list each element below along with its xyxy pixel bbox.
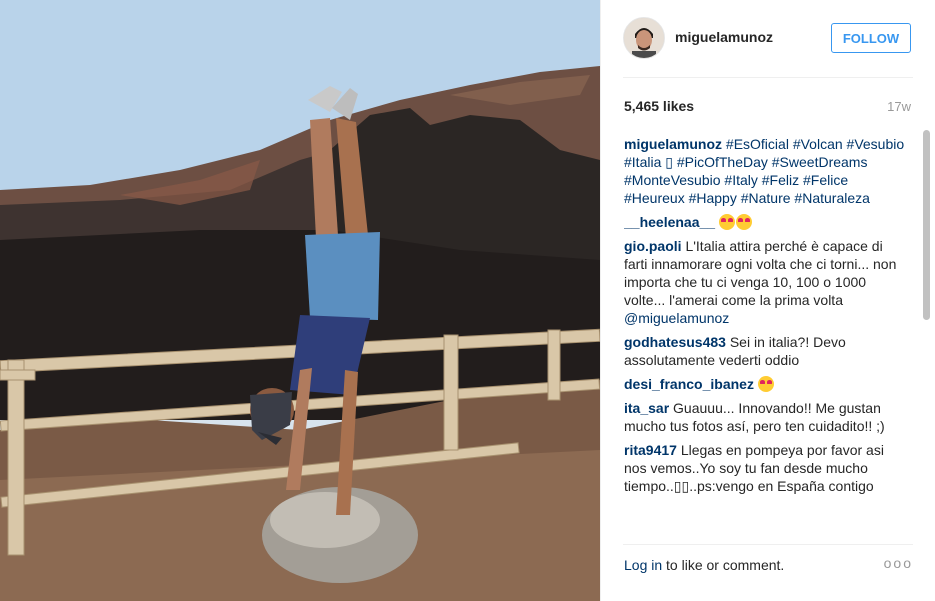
login-link[interactable]: Log in bbox=[624, 557, 662, 573]
post-photo[interactable] bbox=[0, 0, 600, 601]
post-header: miguelamunoz FOLLOW bbox=[601, 0, 935, 78]
comment-user-link[interactable]: gio.paoli bbox=[624, 238, 682, 254]
likes-count[interactable]: 5,465 likes bbox=[624, 98, 694, 114]
comment-item: gio.paoli L'Italia attira perché è capac… bbox=[624, 237, 909, 327]
comment-user-link[interactable]: desi_franco_ibanez bbox=[624, 376, 754, 392]
heart-eyes-emoji-icon bbox=[735, 214, 752, 230]
header-divider bbox=[623, 77, 913, 78]
comment-user-link[interactable]: ita_sar bbox=[624, 400, 669, 416]
comment-user-link[interactable]: rita9417 bbox=[624, 442, 677, 458]
heart-eyes-emoji-icon bbox=[718, 214, 735, 230]
username-link[interactable]: miguelamunoz bbox=[675, 29, 773, 45]
login-prompt: Log in to like or comment. bbox=[624, 557, 784, 573]
footer-divider bbox=[623, 544, 913, 545]
comment-user-link[interactable]: godhatesus483 bbox=[624, 334, 726, 350]
comment-item: rita9417 Llegas en pompeya por favor asi… bbox=[624, 441, 909, 495]
caption: miguelamunoz #EsOficial #Volcan #Vesubio… bbox=[624, 135, 909, 207]
login-suffix: to like or comment. bbox=[662, 557, 785, 573]
comments-scrollbar[interactable] bbox=[923, 130, 930, 320]
post-details-panel: miguelamunoz FOLLOW 5,465 likes 17w migu… bbox=[600, 0, 935, 601]
post-time[interactable]: 17w bbox=[887, 99, 911, 114]
avatar-image bbox=[624, 18, 664, 58]
comment-item: desi_franco_ibanez bbox=[624, 375, 909, 393]
photo-scene bbox=[0, 0, 600, 601]
avatar[interactable] bbox=[623, 17, 665, 59]
follow-button[interactable]: FOLLOW bbox=[831, 23, 911, 53]
comment-user-link[interactable]: __heelenaa__ bbox=[624, 214, 715, 230]
comment-mention-link[interactable]: @miguelamunoz bbox=[624, 310, 729, 326]
comment-item: ita_sar Guauuu... Innovando!! Me gustan … bbox=[624, 399, 909, 435]
heart-eyes-emoji-icon bbox=[757, 376, 774, 392]
more-options-icon[interactable]: ooo bbox=[884, 555, 913, 571]
comment-item: __heelenaa__ bbox=[624, 213, 909, 231]
comments-list: miguelamunoz #EsOficial #Volcan #Vesubio… bbox=[624, 135, 909, 535]
caption-user-link[interactable]: miguelamunoz bbox=[624, 136, 722, 152]
comment-item: godhatesus483 Sei in italia?! Devo assol… bbox=[624, 333, 909, 369]
